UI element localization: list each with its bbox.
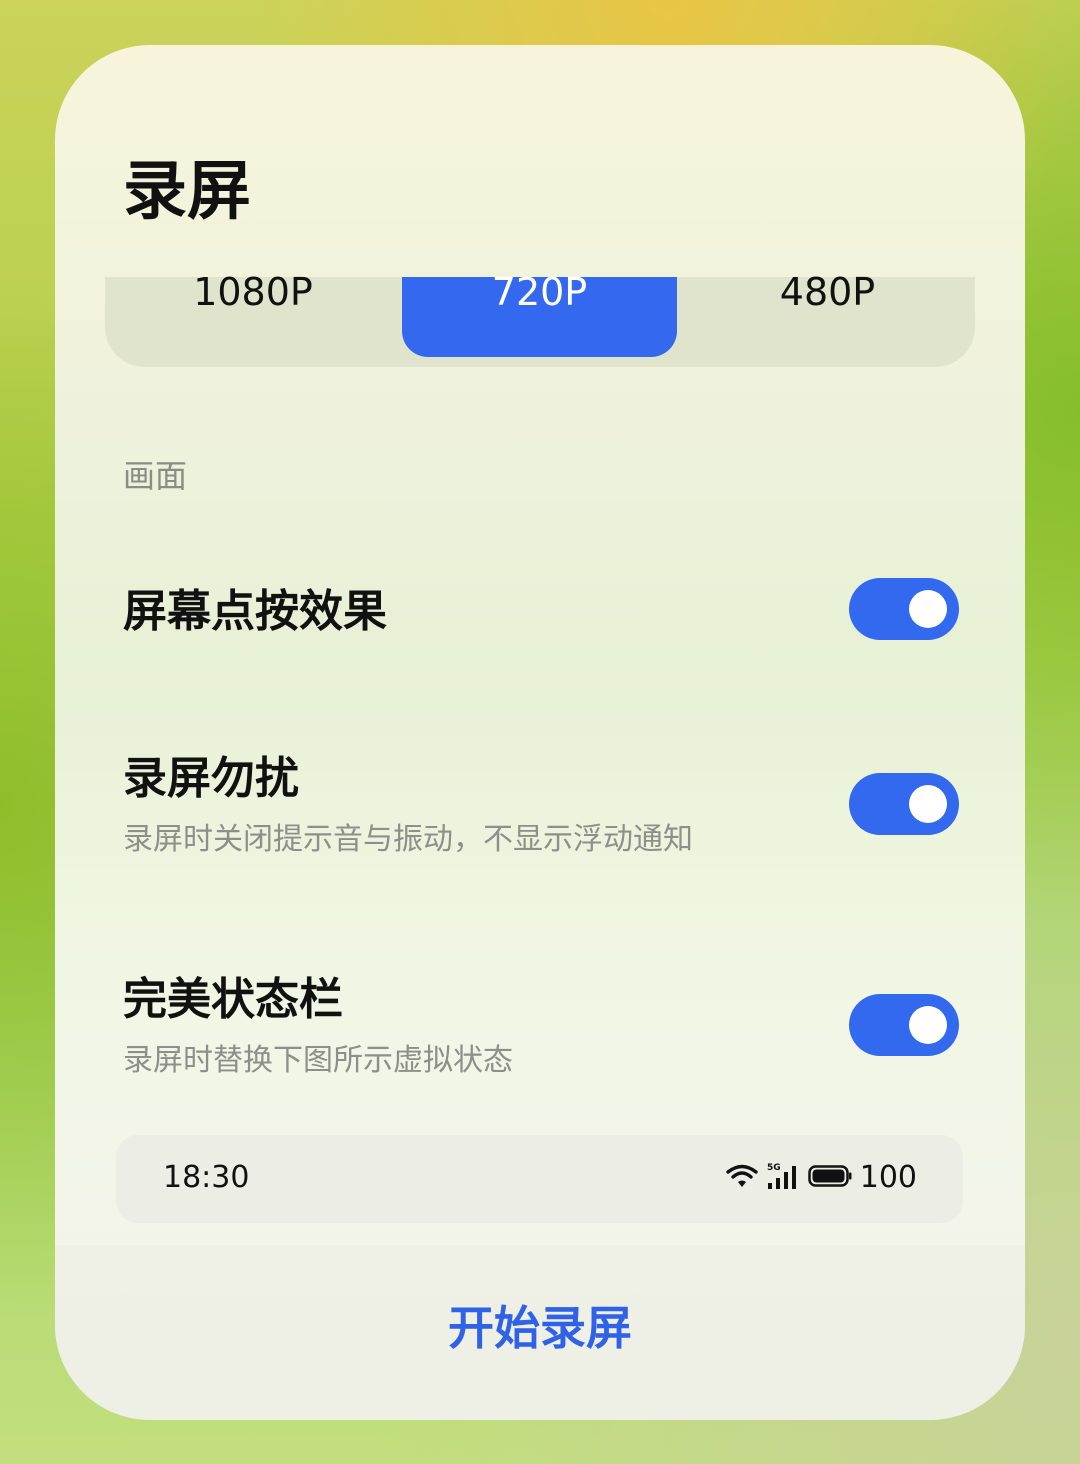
screen-record-sheet: 录屏 1080P 720P 480P 画面 屏幕点按效果 录屏勿扰 录屏时关闭提… bbox=[55, 45, 1025, 1420]
dnd-toggle[interactable] bbox=[849, 773, 959, 835]
section-label-video: 画面 bbox=[123, 457, 188, 495]
preview-status-icons: 5G 100 bbox=[726, 1161, 917, 1195]
signal-5g-icon: 5G bbox=[766, 1161, 800, 1195]
resolution-option-label: 720P bbox=[491, 270, 588, 314]
sheet-footer: 开始录屏 bbox=[55, 1245, 1025, 1420]
resolution-option-label: 480P bbox=[779, 270, 876, 314]
status-bar-preview: 18:30 5G 100 bbox=[116, 1135, 963, 1223]
setting-perfect-statusbar-title: 完美状态栏 bbox=[123, 974, 343, 1025]
network-type-label: 5G bbox=[767, 1163, 781, 1173]
touch-effect-toggle[interactable] bbox=[849, 578, 959, 640]
sheet-title: 录屏 bbox=[123, 155, 251, 229]
resolution-option-1080p[interactable]: 1080P bbox=[105, 273, 401, 357]
wifi-icon bbox=[726, 1163, 758, 1193]
setting-touch-effect-title: 屏幕点按效果 bbox=[123, 586, 387, 637]
resolution-selector: 1080P 720P 480P bbox=[105, 273, 975, 367]
resolution-option-label: 1080P bbox=[193, 270, 313, 314]
setting-perfect-statusbar-subtitle: 录屏时替换下图所示虚拟状态 bbox=[123, 1043, 513, 1078]
toggle-knob bbox=[909, 785, 947, 823]
preview-time: 18:30 bbox=[163, 1160, 250, 1195]
battery-icon bbox=[807, 1164, 852, 1192]
resolution-option-720p[interactable]: 720P bbox=[402, 273, 677, 357]
perfect-statusbar-toggle[interactable] bbox=[849, 994, 959, 1056]
toggle-knob bbox=[909, 1006, 947, 1044]
toggle-knob bbox=[909, 590, 947, 628]
start-recording-button[interactable]: 开始录屏 bbox=[55, 1305, 1025, 1351]
setting-dnd-title: 录屏勿扰 bbox=[123, 753, 299, 804]
resolution-option-480p[interactable]: 480P bbox=[690, 273, 965, 357]
preview-battery-level: 100 bbox=[859, 1160, 917, 1195]
setting-dnd-subtitle: 录屏时关闭提示音与振动，不显示浮动通知 bbox=[123, 822, 693, 857]
